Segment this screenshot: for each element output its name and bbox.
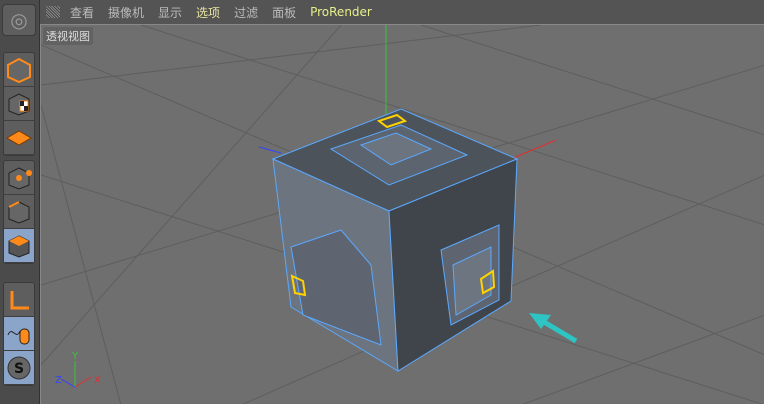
snap-icon: S bbox=[7, 356, 31, 379]
polygons-icon bbox=[8, 234, 30, 258]
scene-canvas[interactable]: Y X Z bbox=[41, 25, 764, 404]
workplane-mode-button[interactable] bbox=[4, 121, 34, 155]
undo-view-button[interactable]: ◎ bbox=[2, 4, 36, 36]
model-mode-button[interactable] bbox=[4, 53, 34, 87]
menu-options[interactable]: 选项 bbox=[196, 4, 220, 21]
tool-palette: ◎ S bbox=[0, 0, 40, 404]
drag-handle-icon[interactable] bbox=[46, 6, 60, 18]
gizmo-x-label: X bbox=[94, 375, 101, 386]
menu-filter[interactable]: 过滤 bbox=[234, 4, 258, 21]
viewport-menubar: 查看 摄像机 显示 选项 过滤 面板 ProRender bbox=[40, 0, 764, 24]
mode-group-2 bbox=[3, 160, 35, 264]
perspective-viewport[interactable]: Y X Z 透视视图 bbox=[40, 24, 764, 404]
mode-group-3: S bbox=[3, 282, 35, 386]
axis-icon bbox=[10, 290, 29, 309]
viewport-label: 透视视图 bbox=[43, 27, 93, 45]
menu-display[interactable]: 显示 bbox=[158, 4, 182, 21]
mode-group-1 bbox=[3, 52, 35, 156]
gizmo-y-label: Y bbox=[71, 351, 79, 362]
texture-mode-button[interactable] bbox=[4, 87, 34, 121]
polygon-mode-button[interactable] bbox=[4, 229, 34, 263]
grid-plane-icon bbox=[6, 129, 32, 146]
menu-camera[interactable]: 摄像机 bbox=[108, 4, 144, 21]
globe-icon: ◎ bbox=[10, 8, 28, 32]
axis-mode-button[interactable] bbox=[4, 283, 34, 317]
gizmo-z-label: Z bbox=[55, 375, 62, 386]
z-axis-line bbox=[258, 146, 282, 154]
point-mode-button[interactable] bbox=[4, 161, 34, 195]
points-icon bbox=[8, 166, 32, 190]
menu-prorender[interactable]: ProRender bbox=[310, 5, 372, 19]
mouse-icon bbox=[7, 328, 30, 344]
tweak-mode-button[interactable] bbox=[4, 317, 34, 351]
svg-text:S: S bbox=[14, 361, 24, 377]
menu-panel[interactable]: 面板 bbox=[272, 4, 296, 21]
edge-mode-button[interactable] bbox=[4, 195, 34, 229]
axis-gizmo bbox=[60, 361, 92, 388]
menu-view[interactable]: 查看 bbox=[70, 4, 94, 21]
pointer-arrow-icon bbox=[529, 313, 578, 344]
cube-model-icon bbox=[7, 57, 31, 83]
snap-toggle-button[interactable]: S bbox=[4, 351, 34, 385]
checker-cube-icon bbox=[8, 92, 30, 116]
cube-mesh[interactable] bbox=[271, 108, 519, 372]
edges-icon bbox=[8, 200, 30, 224]
